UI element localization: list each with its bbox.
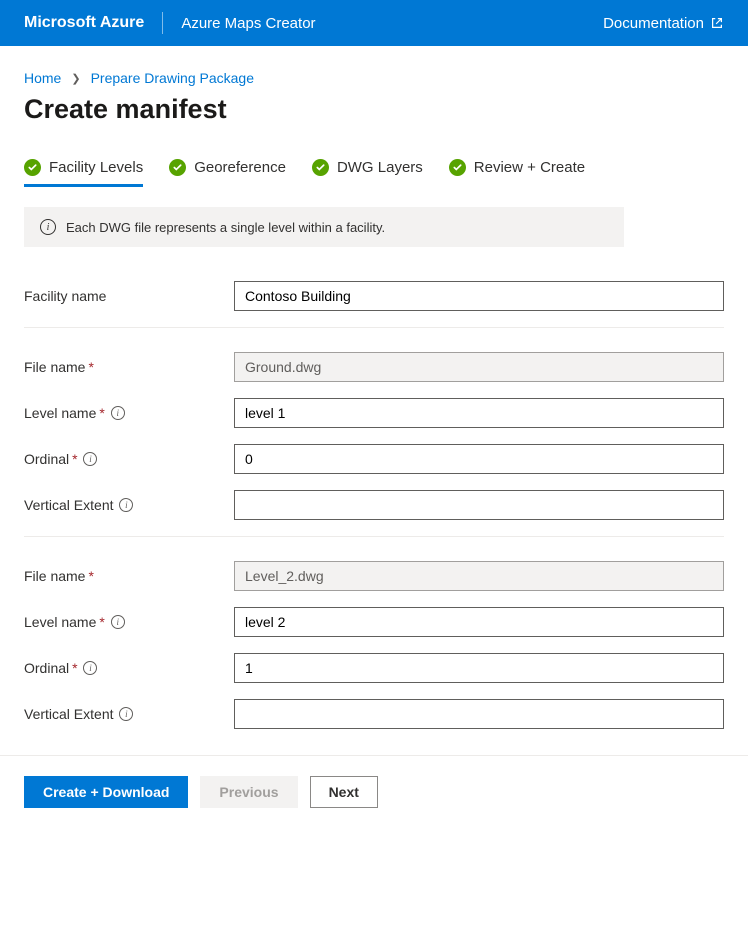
previous-button: Previous (200, 776, 297, 808)
file-name-input-0 (234, 352, 724, 382)
external-link-icon (710, 16, 724, 30)
label-facility-name: Facility name (24, 288, 234, 304)
check-icon (24, 159, 41, 176)
app-header: Microsoft Azure Azure Maps Creator Docum… (0, 0, 748, 46)
next-button[interactable]: Next (310, 776, 378, 808)
header-divider (162, 12, 163, 34)
label-file-name: File name* (24, 359, 234, 375)
info-icon[interactable]: i (111, 406, 125, 420)
ordinal-input-1[interactable] (234, 653, 724, 683)
chevron-right-icon: ❯ (71, 72, 80, 85)
create-download-button[interactable]: Create + Download (24, 776, 188, 808)
file-name-input-1 (234, 561, 724, 591)
check-icon (312, 159, 329, 176)
tab-dwg-layers[interactable]: DWG Layers (312, 159, 423, 187)
vertical-extent-input-1[interactable] (234, 699, 724, 729)
tab-review-create[interactable]: Review + Create (449, 159, 585, 187)
documentation-label: Documentation (603, 15, 704, 32)
tab-label: DWG Layers (337, 159, 423, 176)
info-icon[interactable]: i (119, 498, 133, 512)
check-icon (449, 159, 466, 176)
brand-label: Microsoft Azure (24, 14, 144, 32)
label-ordinal: Ordinal* i (24, 660, 234, 676)
ordinal-input-0[interactable] (234, 444, 724, 474)
info-icon[interactable]: i (83, 661, 97, 675)
label-ordinal: Ordinal* i (24, 451, 234, 467)
section-divider (24, 327, 724, 328)
tab-label: Facility Levels (49, 159, 143, 176)
product-label: Azure Maps Creator (181, 15, 315, 32)
wizard-tabs: Facility Levels Georeference DWG Layers … (24, 159, 724, 187)
vertical-extent-input-0[interactable] (234, 490, 724, 520)
section-divider (24, 536, 724, 537)
info-banner-text: Each DWG file represents a single level … (66, 220, 385, 235)
info-icon: i (40, 219, 56, 235)
info-icon[interactable]: i (119, 707, 133, 721)
level-name-input-0[interactable] (234, 398, 724, 428)
tab-label: Review + Create (474, 159, 585, 176)
info-icon[interactable]: i (83, 452, 97, 466)
tab-facility-levels[interactable]: Facility Levels (24, 159, 143, 187)
tab-label: Georeference (194, 159, 286, 176)
label-level-name: Level name* i (24, 614, 234, 630)
check-icon (169, 159, 186, 176)
level-name-input-1[interactable] (234, 607, 724, 637)
label-vertical-extent: Vertical Extent i (24, 497, 234, 513)
label-level-name: Level name* i (24, 405, 234, 421)
breadcrumb: Home ❯ Prepare Drawing Package (24, 70, 724, 86)
breadcrumb-prepare[interactable]: Prepare Drawing Package (91, 70, 254, 86)
info-banner: i Each DWG file represents a single leve… (24, 207, 624, 247)
label-file-name: File name* (24, 568, 234, 584)
tab-georeference[interactable]: Georeference (169, 159, 286, 187)
facility-name-input[interactable] (234, 281, 724, 311)
info-icon[interactable]: i (111, 615, 125, 629)
documentation-link[interactable]: Documentation (603, 15, 724, 32)
wizard-footer: Create + Download Previous Next (0, 756, 748, 828)
breadcrumb-home[interactable]: Home (24, 70, 61, 86)
page-title: Create manifest (24, 94, 724, 125)
label-vertical-extent: Vertical Extent i (24, 706, 234, 722)
